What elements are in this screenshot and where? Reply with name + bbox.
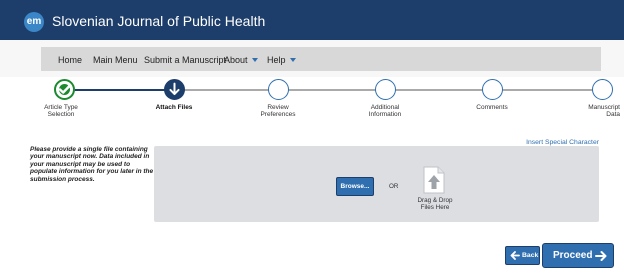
- insert-special-character-link[interactable]: Insert Special Character: [526, 139, 599, 146]
- step-review-preferences[interactable]: [268, 79, 289, 100]
- step-label-additional-information: Additional Information: [368, 104, 402, 118]
- nav-submit-manuscript[interactable]: Submit a Manuscript: [144, 55, 226, 65]
- upload-file-icon: [423, 166, 445, 194]
- step-label-review-preferences: Review Preferences: [260, 104, 296, 118]
- checkmark-icon: [58, 85, 71, 94]
- step-label-manuscript-data: Manuscript Data: [588, 104, 620, 118]
- browse-button[interactable]: Browse...: [336, 177, 374, 196]
- nav-about-label: About: [224, 55, 248, 65]
- nav-home[interactable]: Home: [58, 55, 82, 65]
- proceed-button-label: Proceed: [553, 250, 593, 261]
- step-article-type[interactable]: [54, 79, 75, 100]
- step-comments[interactable]: [482, 79, 503, 100]
- nav-main-menu[interactable]: Main Menu: [93, 55, 138, 65]
- file-drop-zone[interactable]: [154, 146, 599, 222]
- chevron-down-icon: [289, 58, 296, 62]
- nav-help-label: Help: [267, 55, 286, 65]
- proceed-button[interactable]: Proceed: [542, 243, 614, 268]
- or-separator: OR: [389, 183, 399, 190]
- main-nav-bar: Home Main Menu Submit a Manuscript About…: [41, 47, 601, 71]
- em-logo[interactable]: em: [24, 12, 44, 32]
- arrow-left-icon: [510, 251, 520, 260]
- arrow-right-icon: [595, 251, 607, 261]
- step-label-comments: Comments: [476, 104, 508, 111]
- back-button-label: Back: [522, 252, 539, 259]
- step-manuscript-data[interactable]: [592, 79, 613, 100]
- step-label-attach-files: Attach Files: [155, 104, 193, 111]
- journal-title: Slovenian Journal of Public Health: [52, 13, 266, 29]
- arrow-down-icon: [169, 82, 180, 96]
- step-additional-information[interactable]: [375, 79, 396, 100]
- app-header: em Slovenian Journal of Public Health: [0, 0, 624, 40]
- progress-line-completed: [65, 89, 175, 91]
- drag-drop-text: Drag & Drop Files Here: [417, 197, 453, 211]
- back-button[interactable]: Back: [505, 246, 540, 265]
- step-attach-files[interactable]: [164, 79, 185, 100]
- nav-about[interactable]: About: [224, 55, 258, 65]
- chevron-down-icon: [251, 58, 258, 62]
- nav-help[interactable]: Help: [267, 55, 296, 65]
- step-label-article-type: Article Type Selection: [44, 104, 78, 118]
- upload-instructions: Please provide a single file containing …: [30, 146, 154, 183]
